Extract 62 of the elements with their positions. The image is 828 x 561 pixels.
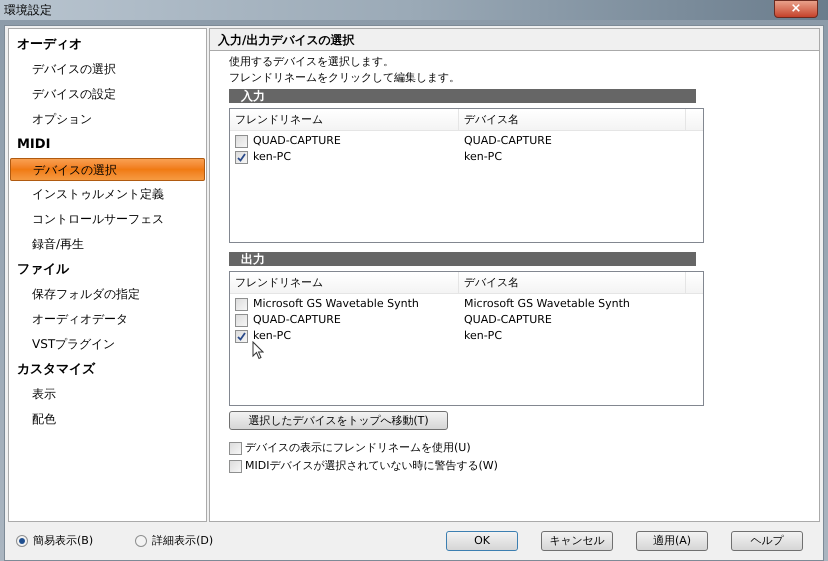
device-row[interactable]: ken-PC ken-PC xyxy=(230,328,703,344)
section-header: 出力 xyxy=(229,252,696,266)
device-name: ken-PC xyxy=(463,148,502,165)
sidebar-item[interactable]: 配色 xyxy=(9,407,206,432)
checkbox[interactable] xyxy=(229,442,242,454)
column-header[interactable]: デバイス名 xyxy=(459,109,686,130)
friendly-name: Microsoft GS Wavetable Synth xyxy=(253,296,419,312)
dialog-button[interactable]: ヘルプ xyxy=(731,531,803,551)
column-header[interactable]: デバイス名 xyxy=(459,272,686,293)
column-header[interactable]: フレンドリネーム xyxy=(230,109,459,130)
friendly-name: QUAD-CAPTURE xyxy=(253,132,341,149)
description-text: 使用するデバイスを選択します。 xyxy=(229,54,395,70)
sidebar-item[interactable]: オプション xyxy=(9,107,206,132)
friendly-name: ken-PC xyxy=(253,328,292,344)
sidebar-item[interactable]: デバイスの設定 xyxy=(9,82,206,107)
friendly-name: QUAD-CAPTURE xyxy=(253,312,341,328)
device-name: Microsoft GS Wavetable Synth xyxy=(463,296,630,312)
checkmark-icon xyxy=(237,152,246,162)
checkbox[interactable] xyxy=(235,314,248,326)
dialog-button[interactable]: キャンセル xyxy=(541,531,613,551)
checkbox[interactable] xyxy=(235,298,248,310)
radio-button[interactable] xyxy=(16,535,28,547)
checkbox[interactable] xyxy=(235,150,248,164)
column-header[interactable]: フレンドリネーム xyxy=(230,272,459,293)
sidebar-item[interactable]: インストゥルメント定義 xyxy=(9,182,206,207)
checkbox[interactable] xyxy=(229,460,242,472)
device-name: ken-PC xyxy=(463,328,502,344)
sidebar-item[interactable]: 録音/再生 xyxy=(9,232,206,257)
move-to-top-button[interactable]: 選択したデバイスをトップへ移動(T) xyxy=(229,411,448,430)
sidebar-item[interactable]: VSTプラグイン xyxy=(9,332,206,357)
sidebar-item[interactable]: デバイスの選択 xyxy=(9,57,206,82)
sidebar-item[interactable]: 保存フォルダの指定 xyxy=(9,282,206,307)
cursor-icon xyxy=(252,341,264,360)
sidebar-item[interactable]: デバイスの選択 xyxy=(10,158,205,181)
sidebar-item[interactable]: コントロールサーフェス xyxy=(9,207,206,232)
sidebar-heading: ファイル xyxy=(16,261,70,279)
device-name: QUAD-CAPTURE xyxy=(463,132,552,149)
device-row[interactable]: QUAD-CAPTURE QUAD-CAPTURE xyxy=(230,133,703,149)
radio-label: 詳細表示(D) xyxy=(152,532,214,549)
window-title: 環境設定 xyxy=(4,2,52,19)
radio-button[interactable] xyxy=(135,535,148,547)
sidebar-heading: カスタマイズ xyxy=(16,361,96,379)
device-row[interactable]: Microsoft GS Wavetable Synth Microsoft GS Wavetable Synth xyxy=(230,296,703,312)
sidebar-item[interactable]: 表示 xyxy=(9,382,206,407)
dialog-button[interactable]: OK xyxy=(446,531,518,551)
device-row[interactable]: ken-PC ken-PC xyxy=(230,149,703,165)
friendly-name: ken-PC xyxy=(253,148,292,165)
checkbox[interactable] xyxy=(235,134,248,148)
sidebar-item[interactable]: オーディオデータ xyxy=(9,307,206,332)
checkbox[interactable] xyxy=(235,330,248,342)
device-name: QUAD-CAPTURE xyxy=(463,312,552,328)
section-header: 入力 xyxy=(229,89,696,103)
option-label: デバイスの表示にフレンドリネームを使用(U) xyxy=(245,440,471,456)
device-row[interactable]: QUAD-CAPTURE QUAD-CAPTURE xyxy=(230,312,703,328)
option-label: MIDIデバイスが選択されていない時に警告する(W) xyxy=(245,458,498,474)
panel-header: 入力/出力デバイスの選択 xyxy=(210,29,819,51)
dialog-button[interactable]: 適用(A) xyxy=(636,531,708,551)
description-text: フレンドリネームをクリックして編集します。 xyxy=(229,70,461,86)
sidebar-heading: オーディオ xyxy=(16,36,83,54)
radio-label: 簡易表示(B) xyxy=(33,532,94,549)
sidebar-heading: MIDI xyxy=(16,136,52,154)
checkmark-icon xyxy=(237,332,246,340)
